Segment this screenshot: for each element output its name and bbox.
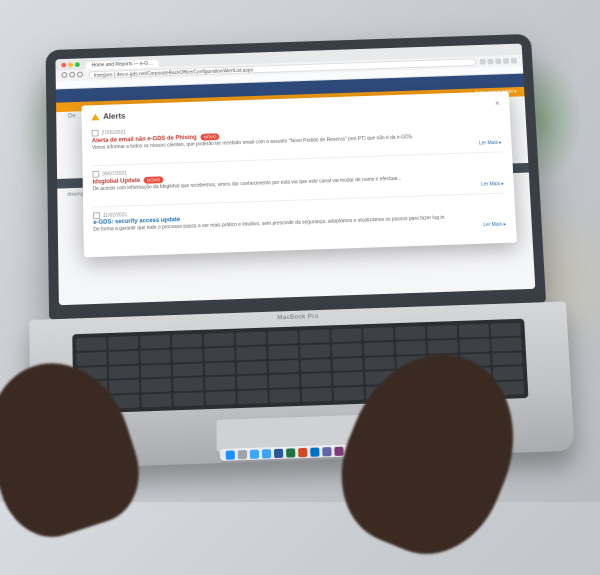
screen: Home and Reports — e-G… Inseguro | dev.e…	[55, 44, 535, 306]
read-more-link[interactable]: Ler Mais	[479, 140, 502, 146]
alert-title: Idsglobal Update	[93, 178, 141, 185]
read-more-link[interactable]: Ler Mais	[481, 181, 504, 188]
new-badge: NOVO	[144, 176, 163, 183]
screen-bezel: Home and Reports — e-G… Inseguro | dev.e…	[46, 34, 546, 319]
extension-icons[interactable]	[480, 58, 517, 65]
app-viewport: Seleccionar hotel ▾ De Até Alerts × 27/0…	[56, 74, 536, 306]
from-field[interactable]: De	[64, 113, 79, 119]
close-icon[interactable]: ×	[495, 99, 500, 108]
security-chip: Inseguro	[94, 72, 113, 78]
window-controls[interactable]	[61, 62, 80, 67]
alerts-modal: Alerts × 27/05/2021Alerta de email não e…	[81, 91, 516, 257]
modal-title: Alerts	[103, 112, 125, 121]
read-more-link[interactable]: Ler Mais	[483, 222, 506, 229]
alert-icon	[91, 114, 99, 121]
nav-buttons[interactable]	[61, 71, 84, 79]
new-badge: NOVO	[201, 133, 220, 140]
